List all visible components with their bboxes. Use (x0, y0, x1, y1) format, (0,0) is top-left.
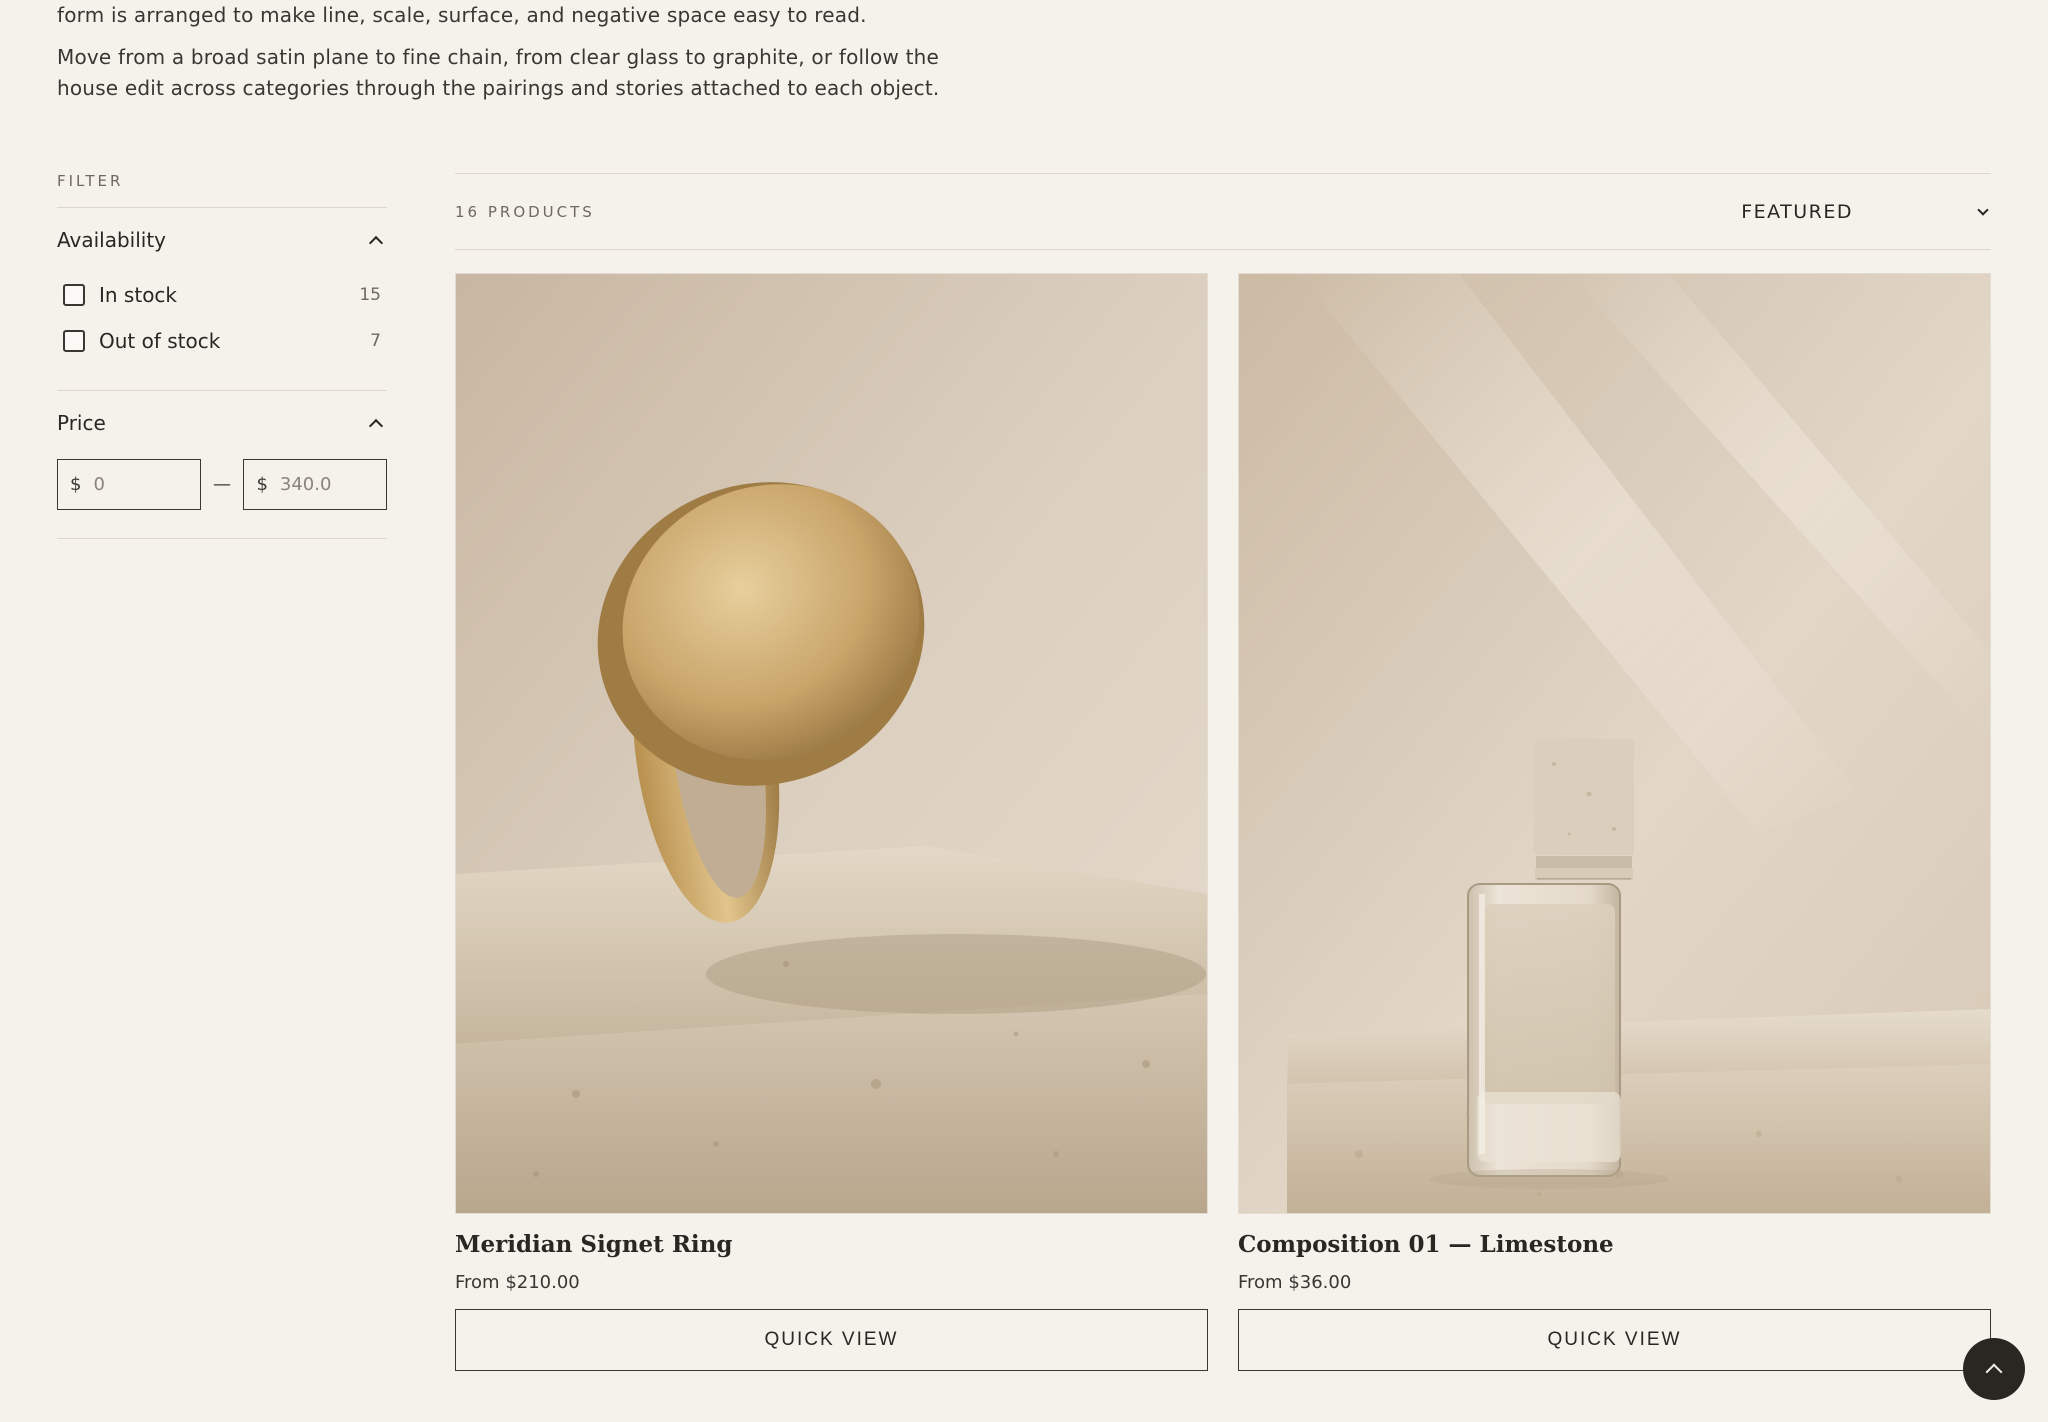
product-grid: Meridian Signet Ring From $210.00 QUICK … (455, 273, 1991, 1371)
filter-option-out-of-stock[interactable]: Out of stock 7 (57, 318, 387, 364)
price-max-placeholder: 340.0 (279, 474, 332, 495)
arrow-up-icon (1985, 1363, 2003, 1381)
chevron-down-icon (1977, 203, 1989, 216)
filter-heading: FILTER (57, 164, 387, 208)
in-stock-count: 15 (359, 285, 381, 305)
chevron-up-icon (368, 418, 384, 434)
out-of-stock-label: Out of stock (99, 329, 221, 353)
intro-line-2: Move from a broad satin plane to fine ch… (57, 45, 940, 100)
price-toggle[interactable]: Price (57, 391, 387, 455)
product-listing: 16 PRODUCTS FEATURED Meridian Signet Rin… (455, 173, 1991, 1371)
price-max-input[interactable]: $ 340.0 (243, 459, 388, 510)
product-title[interactable]: Composition 01 — Limestone (1238, 1228, 1991, 1262)
in-stock-checkbox[interactable] (63, 284, 85, 306)
product-image-ring[interactable] (455, 273, 1208, 1214)
price-facet: Price $ 0 — $ 340.0 (57, 391, 388, 539)
price-separator: — (213, 474, 231, 495)
product-price: From $36.00 (1238, 1272, 1352, 1293)
quick-view-button[interactable]: QUICK VIEW (455, 1309, 1208, 1371)
product-price: From $210.00 (455, 1272, 580, 1293)
in-stock-label: In stock (99, 283, 178, 307)
quick-view-button[interactable]: QUICK VIEW (1238, 1309, 1991, 1371)
chevron-up-icon (368, 235, 384, 251)
intro-line-1: form is arranged to make line, scale, su… (57, 3, 867, 27)
price-min-placeholder: 0 (93, 474, 105, 495)
out-of-stock-checkbox[interactable] (63, 330, 85, 352)
out-of-stock-count: 7 (370, 331, 381, 351)
sort-label: FEATURED (1741, 200, 1853, 223)
price-label: Price (57, 411, 106, 435)
back-to-top-button[interactable] (1963, 1338, 2025, 1400)
filter-option-in-stock[interactable]: In stock 15 (57, 272, 387, 318)
product-card[interactable]: Composition 01 — Limestone From $36.00 Q… (1238, 273, 1991, 1371)
price-min-input[interactable]: $ 0 (57, 459, 201, 510)
currency-symbol: $ (70, 474, 82, 495)
product-card[interactable]: Meridian Signet Ring From $210.00 QUICK … (455, 273, 1208, 1371)
availability-facet: Availability In stock 15 Out of stock 7 (57, 208, 387, 391)
availability-toggle[interactable]: Availability (57, 208, 387, 272)
sort-dropdown[interactable]: FEATURED (1741, 201, 1991, 223)
product-count: 16 PRODUCTS (455, 202, 595, 221)
currency-symbol: $ (256, 474, 268, 495)
product-image-bottle[interactable] (1238, 273, 1991, 1214)
listing-toolbar: 16 PRODUCTS FEATURED (455, 173, 1991, 250)
filter-sidebar: FILTER Availability In stock 15 Out of s… (57, 164, 388, 539)
product-title[interactable]: Meridian Signet Ring (455, 1228, 1208, 1262)
availability-label: Availability (57, 228, 167, 252)
